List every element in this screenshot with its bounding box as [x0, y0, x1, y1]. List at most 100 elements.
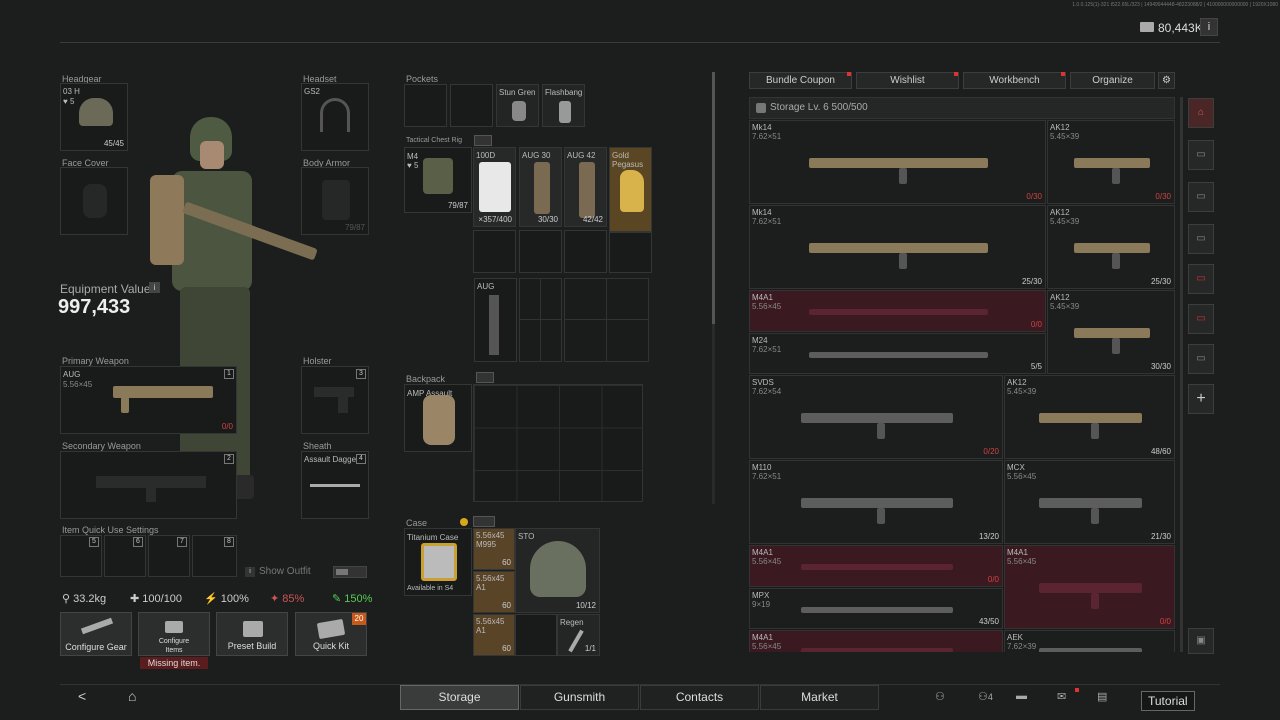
rig-item-aug30[interactable]: AUG 30 30/30: [519, 147, 562, 227]
storage-bottom-tab[interactable]: ▣: [1188, 628, 1214, 654]
rig-empty-1[interactable]: [473, 230, 516, 273]
mail-icon[interactable]: ✉: [1057, 690, 1066, 703]
rig-empty-2[interactable]: [519, 230, 562, 273]
storage-tab-2[interactable]: ▭: [1188, 140, 1214, 170]
rig-grid-cell[interactable]: [519, 319, 541, 362]
case-ammo-1[interactable]: 5.56x45 M995 60: [473, 528, 515, 570]
storage-weapon-item[interactable]: M4A1 5.56×45: [749, 630, 1003, 652]
headgear-slot[interactable]: 03 H ♥ 5 45/45: [60, 83, 128, 151]
storage-weapon-item[interactable]: Mk14 7.62×51 25/30: [749, 205, 1046, 289]
secondary-weapon-slot[interactable]: 2: [60, 451, 237, 519]
quick-use-slot-8[interactable]: 8: [192, 535, 237, 577]
face-cover-slot[interactable]: [60, 167, 128, 235]
rig-weapon-slot[interactable]: AUG: [474, 278, 517, 362]
storage-weapon-item[interactable]: AK12 5.45×39 48/60: [1004, 375, 1175, 459]
quick-use-slot-6[interactable]: 6: [104, 535, 146, 577]
quick-kit-button[interactable]: Quick Kit 20: [295, 612, 367, 656]
backpack-grid[interactable]: [473, 384, 643, 502]
rig-grid-cell[interactable]: [540, 278, 562, 320]
mail-notification-dot: [1075, 688, 1079, 692]
organize-button[interactable]: Organize: [1070, 72, 1155, 89]
storage-weapon-item[interactable]: MCX 5.56×45 21/30: [1004, 460, 1175, 544]
case-ammo-3[interactable]: 5.56x45 A1 60: [473, 614, 515, 656]
show-outfit-toggle[interactable]: [333, 566, 367, 578]
workbench-button[interactable]: Workbench: [963, 72, 1066, 89]
rig-grid-cell[interactable]: [606, 278, 649, 320]
storage-settings-button[interactable]: ⚙: [1158, 72, 1175, 89]
storage-weapon-item[interactable]: AK12 5.45×39 25/30: [1047, 205, 1175, 289]
storage-weapon-item[interactable]: M4A1 5.56×45 0/0: [749, 290, 1046, 332]
rig-grid-cell[interactable]: [540, 319, 562, 362]
storage-weapon-item[interactable]: Mk14 7.62×51 0/30: [749, 120, 1046, 204]
add-storage-tab-button[interactable]: +: [1188, 384, 1214, 414]
storage-weapon-item[interactable]: M4A1 5.56×45 0/0: [1004, 545, 1175, 629]
tab-storage[interactable]: Storage: [400, 685, 519, 710]
rig-empty-3[interactable]: [564, 230, 607, 273]
rig-item-gauze[interactable]: 100D ×357/400: [473, 147, 516, 227]
storage-weapon-item[interactable]: M4A1 5.56×45 0/0: [749, 545, 1003, 587]
preset-build-button[interactable]: Preset Build: [216, 612, 288, 656]
friends-icon[interactable]: ⚇4: [978, 690, 993, 703]
headset-slot[interactable]: GS2: [301, 83, 369, 151]
chest-rig-slot[interactable]: M4 ♥ 5 79/87: [404, 147, 472, 213]
storage-scrollbar[interactable]: [1180, 97, 1183, 652]
rig-item-aug42[interactable]: AUG 42 42/42: [564, 147, 607, 227]
case-slot[interactable]: Titanium Case Available in S4: [404, 528, 472, 596]
rig-grid-cell[interactable]: [564, 319, 607, 362]
storage-weapon-item[interactable]: M110 7.62×51 13/20: [749, 460, 1003, 544]
quick-use-slot-5[interactable]: 5: [60, 535, 102, 577]
storage-home-tab[interactable]: ⌂: [1188, 98, 1214, 128]
home-icon[interactable]: ⌂: [128, 688, 136, 704]
configure-items-button[interactable]: Configure Items: [138, 612, 210, 656]
pocket-slot-1[interactable]: [404, 84, 447, 127]
storage-weapon-item[interactable]: M24 7.62×51 5/5: [749, 333, 1046, 374]
storage-weapon-item[interactable]: SVDS 7.62×54 0/20: [749, 375, 1003, 459]
body-armor-slot[interactable]: 79/87: [301, 167, 369, 235]
store-icon[interactable]: ▤: [1097, 690, 1107, 703]
case-sto[interactable]: STO 10/12: [515, 528, 600, 613]
case-regen[interactable]: Regen 1/1: [557, 614, 600, 656]
storage-weapon-item[interactable]: AK12 5.45×39 0/30: [1047, 120, 1175, 204]
chest-rig-lock-icon[interactable]: [474, 135, 492, 146]
wishlist-button[interactable]: Wishlist: [856, 72, 959, 89]
backpack-slot[interactable]: AMP Assault: [404, 384, 472, 452]
backpack-lock-icon[interactable]: [476, 372, 494, 383]
sheath-slot[interactable]: Assault Dagger 4: [301, 451, 369, 519]
storage-tab-5[interactable]: ▭: [1188, 264, 1214, 294]
storage-tab-3[interactable]: ▭: [1188, 182, 1214, 212]
bundle-coupon-button[interactable]: Bundle Coupon: [749, 72, 852, 89]
currency-info-button[interactable]: i: [1200, 18, 1218, 36]
squad-icon[interactable]: ⚇: [935, 690, 945, 703]
back-button[interactable]: <: [78, 688, 86, 704]
tutorial-tooltip[interactable]: Tutorial: [1141, 691, 1195, 711]
configure-gear-button[interactable]: Configure Gear: [60, 612, 132, 656]
rig-grid-cell[interactable]: [564, 278, 607, 320]
pocket-slot-2[interactable]: [450, 84, 493, 127]
tab-market[interactable]: Market: [760, 685, 879, 710]
equipment-value-info-icon[interactable]: i: [149, 282, 160, 293]
storage-tab-6[interactable]: ▭: [1188, 304, 1214, 334]
quick-use-slot-7[interactable]: 7: [148, 535, 190, 577]
rig-empty-4[interactable]: [609, 232, 652, 273]
case-pin-icon[interactable]: [473, 516, 495, 527]
storage-tab-7[interactable]: ▭: [1188, 344, 1214, 374]
pocket-flashbang[interactable]: Flashbang: [542, 84, 585, 127]
chat-icon[interactable]: ▬: [1016, 690, 1027, 702]
tab-contacts[interactable]: Contacts: [640, 685, 759, 710]
storage-weapon-item[interactable]: AK12 5.45×39 30/30: [1047, 290, 1175, 374]
secondary-weapon-label: Secondary Weapon: [62, 441, 141, 451]
pocket-stun-grenade[interactable]: Stun Gren: [496, 84, 539, 127]
holster-slot[interactable]: 3: [301, 366, 369, 434]
case-empty-slot[interactable]: [515, 614, 557, 656]
case-ammo-2[interactable]: 5.56x45 A1 60: [473, 571, 515, 613]
middle-scrollbar[interactable]: [712, 72, 715, 324]
storage-weapon-item[interactable]: MPX 9×19 43/50: [749, 588, 1003, 629]
primary-weapon-slot[interactable]: AUG 5.56×45 1 0/0: [60, 366, 237, 434]
storage-weapon-item[interactable]: AEK 7.62×39: [1004, 630, 1175, 652]
tab-gunsmith[interactable]: Gunsmith: [520, 685, 639, 710]
rig-item-gold-pegasus[interactable]: Gold Pegasus: [609, 147, 652, 232]
rig-grid-cell[interactable]: [606, 319, 649, 362]
storage-tab-4[interactable]: ▭: [1188, 224, 1214, 254]
rig-grid-cell[interactable]: [519, 278, 541, 320]
quick-kit-badge: 20: [352, 613, 366, 625]
